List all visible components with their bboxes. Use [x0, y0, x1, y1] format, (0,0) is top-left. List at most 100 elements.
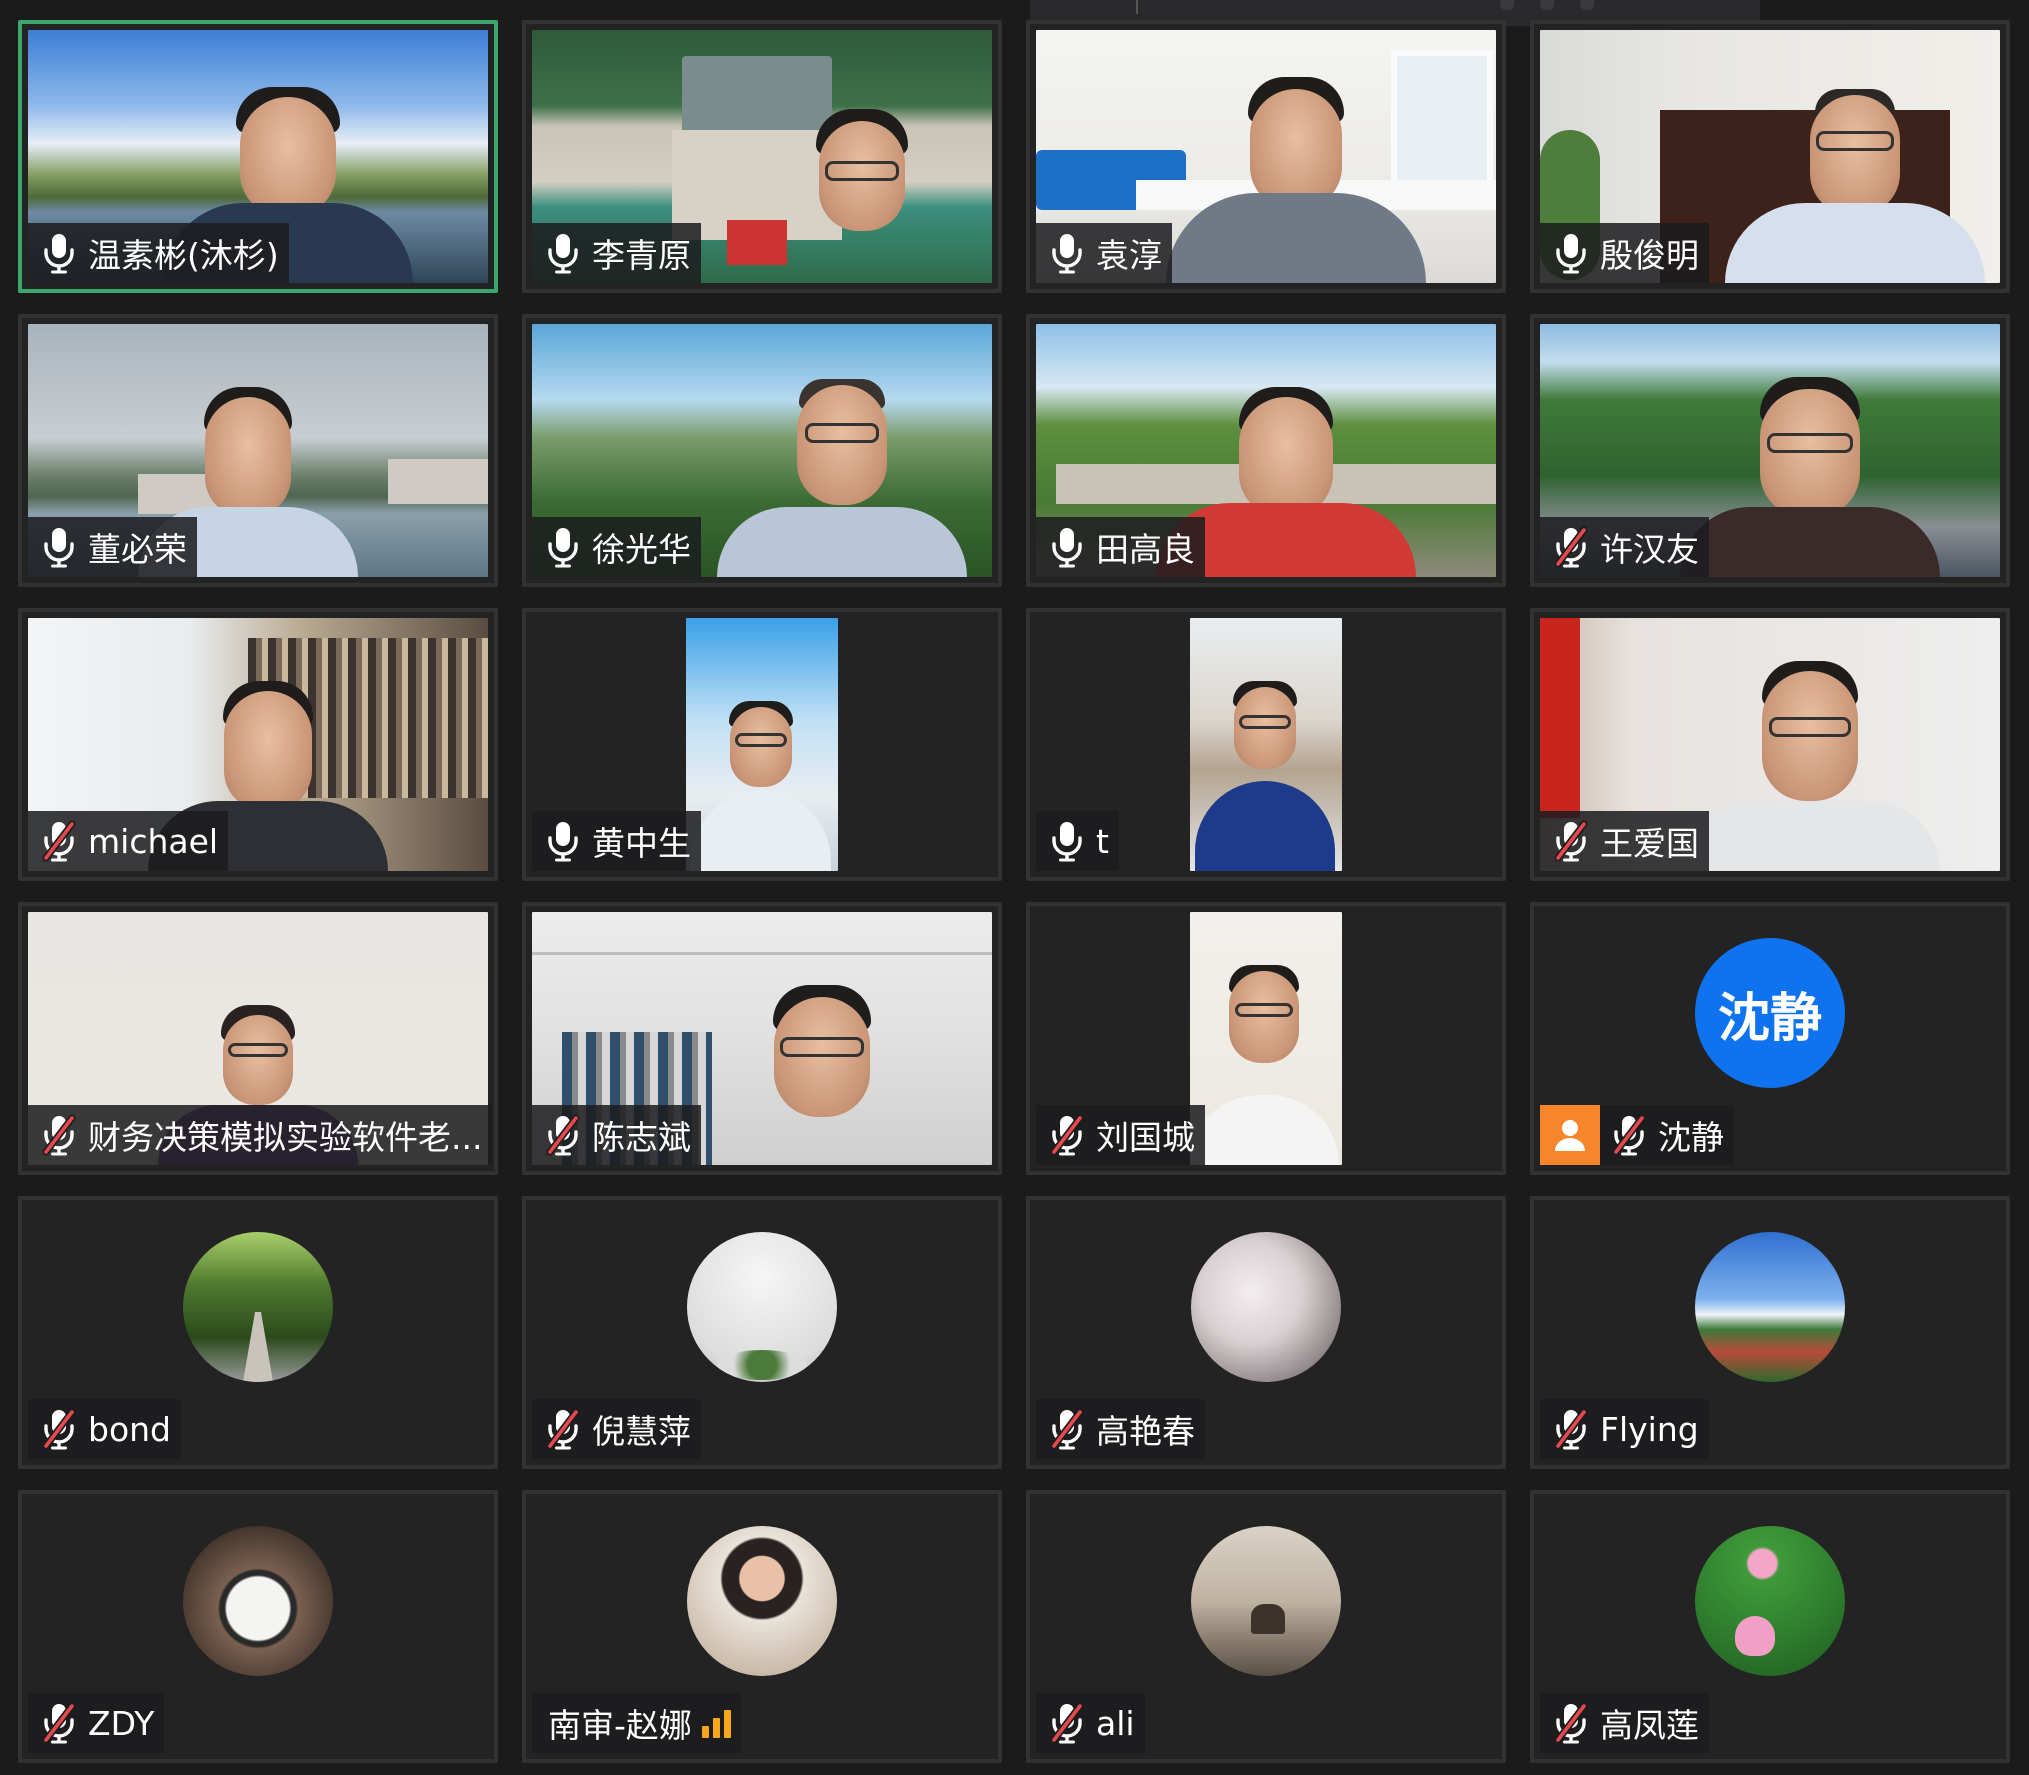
participant-nameplate: 南审-赵娜 — [532, 1693, 741, 1753]
participant-avatar — [687, 1232, 837, 1382]
mic-muted-icon[interactable] — [40, 1702, 78, 1744]
toolbar-tab[interactable] — [1540, 0, 1554, 10]
participant-tile[interactable]: 南审-赵娜 — [522, 1490, 1002, 1763]
participant-name: 陈志斌 — [592, 1118, 691, 1157]
participant-tile[interactable]: 袁淳 — [1026, 20, 1506, 293]
participant-tile[interactable]: 温素彬(沐杉) — [18, 20, 498, 293]
mic-on-icon[interactable] — [544, 232, 582, 274]
participant-video — [1190, 618, 1342, 871]
participant-name: 高凤莲 — [1600, 1706, 1699, 1745]
participant-tile[interactable]: 李青原 — [522, 20, 1002, 293]
mic-muted-icon[interactable] — [1048, 1408, 1086, 1450]
participant-nameplate: 殷俊明 — [1540, 223, 1709, 283]
participant-avatar — [1191, 1232, 1341, 1382]
guest-user-icon — [1540, 1105, 1600, 1165]
participant-nameplate: 王爱国 — [1540, 811, 1709, 871]
mic-muted-icon[interactable] — [40, 1408, 78, 1450]
toolbar-tab[interactable] — [1580, 0, 1594, 10]
participant-tile[interactable]: 高凤莲 — [1530, 1490, 2010, 1763]
participant-name: 田高良 — [1096, 530, 1195, 569]
mic-muted-icon[interactable] — [1552, 526, 1590, 568]
mic-muted-icon[interactable] — [40, 1114, 78, 1156]
toolbar-divider — [1136, 0, 1138, 14]
mic-on-icon[interactable] — [1048, 232, 1086, 274]
participant-tile[interactable]: 财务决策模拟实验软件老... — [18, 902, 498, 1175]
participant-name: 沈静 — [1658, 1118, 1724, 1157]
participant-avatar: 沈静 — [1695, 938, 1845, 1088]
participant-tile[interactable]: t — [1026, 608, 1506, 881]
participant-name: bond — [88, 1409, 171, 1449]
participant-nameplate: 高艳春 — [1036, 1399, 1205, 1459]
participant-name: t — [1096, 821, 1109, 861]
participant-name: ZDY — [88, 1703, 155, 1743]
participant-tile[interactable]: Flying — [1530, 1196, 2010, 1469]
mic-muted-icon[interactable] — [1552, 1702, 1590, 1744]
mic-on-icon[interactable] — [1048, 526, 1086, 568]
participant-tile[interactable]: 黄中生 — [522, 608, 1002, 881]
participant-nameplate: 董必荣 — [28, 517, 197, 577]
mic-muted-icon[interactable] — [1552, 1408, 1590, 1450]
participant-tile[interactable]: 董必荣 — [18, 314, 498, 587]
participant-tile[interactable]: 刘国城 — [1026, 902, 1506, 1175]
mic-muted-icon[interactable] — [1048, 1114, 1086, 1156]
participant-video — [686, 618, 838, 871]
participant-name: 许汉友 — [1600, 530, 1699, 569]
mic-muted-icon[interactable] — [544, 1114, 582, 1156]
participant-avatar — [1191, 1526, 1341, 1676]
mic-on-icon[interactable] — [544, 820, 582, 862]
video-gallery-grid: 温素彬(沐杉) 李青原 袁淳 殷俊明 董必荣 徐光华 田高良 许汉友 micha… — [18, 20, 2010, 1763]
participant-nameplate: 徐光华 — [532, 517, 701, 577]
mic-on-icon[interactable] — [40, 232, 78, 274]
participant-video — [1190, 912, 1342, 1165]
participant-nameplate: ZDY — [28, 1693, 165, 1753]
mic-on-icon[interactable] — [544, 526, 582, 568]
participant-tile[interactable]: 殷俊明 — [1530, 20, 2010, 293]
network-signal-icon — [701, 1708, 731, 1738]
participant-tile[interactable]: 高艳春 — [1026, 1196, 1506, 1469]
mic-muted-icon[interactable] — [544, 1408, 582, 1450]
participant-name: 徐光华 — [592, 530, 691, 569]
participant-name: 殷俊明 — [1600, 236, 1699, 275]
participant-name: ali — [1096, 1703, 1135, 1743]
participant-nameplate: 财务决策模拟实验软件老... — [28, 1105, 493, 1165]
participant-tile[interactable]: 许汉友 — [1530, 314, 2010, 587]
toolbar-tab[interactable] — [1500, 0, 1514, 10]
participant-nameplate: 温素彬(沐杉) — [28, 223, 289, 283]
participant-name: 袁淳 — [1096, 236, 1162, 275]
participant-name: 董必荣 — [88, 530, 187, 569]
participant-name: 高艳春 — [1096, 1412, 1195, 1451]
mic-muted-icon[interactable] — [1048, 1702, 1086, 1744]
participant-tile[interactable]: michael — [18, 608, 498, 881]
mic-on-icon[interactable] — [1048, 820, 1086, 862]
participant-nameplate: 黄中生 — [532, 811, 701, 871]
toolbar-tabs — [1500, 0, 1594, 10]
participant-tile[interactable]: 陈志斌 — [522, 902, 1002, 1175]
participant-nameplate: michael — [28, 811, 229, 871]
participant-nameplate: ali — [1036, 1693, 1145, 1753]
mic-muted-icon[interactable] — [40, 820, 78, 862]
participant-name: 倪慧萍 — [592, 1412, 691, 1451]
participant-nameplate: 田高良 — [1036, 517, 1205, 577]
participant-nameplate: 许汉友 — [1540, 517, 1709, 577]
participant-tile[interactable]: ZDY — [18, 1490, 498, 1763]
mic-muted-icon[interactable] — [1552, 820, 1590, 862]
participant-tile[interactable]: bond — [18, 1196, 498, 1469]
participant-tile[interactable]: 徐光华 — [522, 314, 1002, 587]
participant-nameplate: 陈志斌 — [532, 1105, 701, 1165]
participant-tile[interactable]: 田高良 — [1026, 314, 1506, 587]
mic-muted-icon[interactable] — [1610, 1114, 1648, 1156]
participant-nameplate: t — [1036, 811, 1119, 871]
participant-nameplate: bond — [28, 1399, 181, 1459]
participant-nameplate: Flying — [1540, 1399, 1709, 1459]
participant-tile[interactable]: 沈静 沈静 — [1530, 902, 2010, 1175]
participant-name: 温素彬(沐杉) — [88, 236, 279, 275]
participant-name: Flying — [1600, 1409, 1699, 1449]
participant-tile[interactable]: ali — [1026, 1490, 1506, 1763]
participant-name: 财务决策模拟实验软件老... — [88, 1118, 483, 1157]
participant-name: 王爱国 — [1600, 824, 1699, 863]
participant-nameplate: 倪慧萍 — [532, 1399, 701, 1459]
participant-tile[interactable]: 王爱国 — [1530, 608, 2010, 881]
participant-tile[interactable]: 倪慧萍 — [522, 1196, 1002, 1469]
mic-on-icon[interactable] — [40, 526, 78, 568]
mic-on-icon[interactable] — [1552, 232, 1590, 274]
